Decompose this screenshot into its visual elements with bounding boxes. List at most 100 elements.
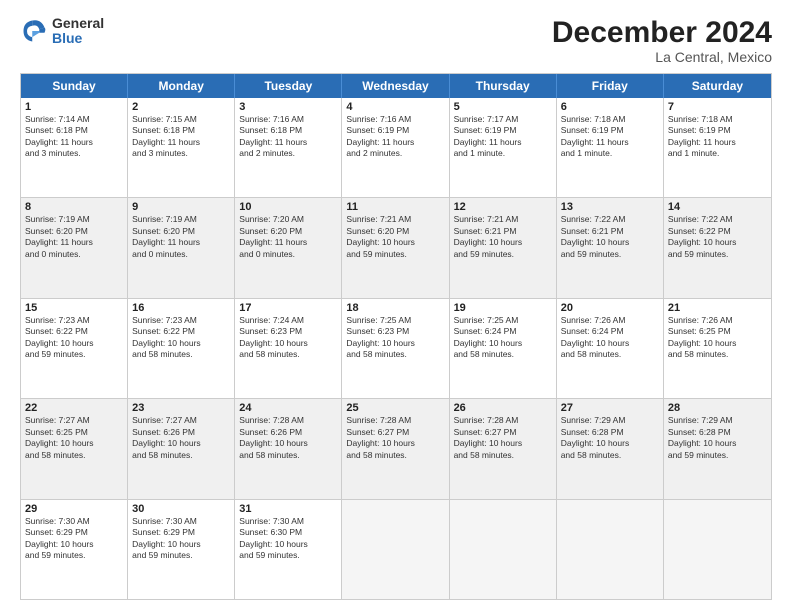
cell-details: Sunrise: 7:18 AMSunset: 6:19 PMDaylight:… [561, 114, 659, 160]
day-number: 22 [25, 402, 123, 414]
cell-details: Sunrise: 7:21 AMSunset: 6:20 PMDaylight:… [346, 214, 444, 260]
calendar-cell: 27Sunrise: 7:29 AMSunset: 6:28 PMDayligh… [557, 399, 664, 498]
day-number: 11 [346, 201, 444, 213]
cell-details: Sunrise: 7:30 AMSunset: 6:30 PMDaylight:… [239, 516, 337, 562]
calendar-header-cell: Monday [128, 74, 235, 98]
day-number: 8 [25, 201, 123, 213]
cell-details: Sunrise: 7:24 AMSunset: 6:23 PMDaylight:… [239, 315, 337, 361]
cell-details: Sunrise: 7:19 AMSunset: 6:20 PMDaylight:… [25, 214, 123, 260]
cell-details: Sunrise: 7:20 AMSunset: 6:20 PMDaylight:… [239, 214, 337, 260]
cell-details: Sunrise: 7:25 AMSunset: 6:23 PMDaylight:… [346, 315, 444, 361]
title-block: December 2024 La Central, Mexico [552, 16, 772, 65]
cell-details: Sunrise: 7:28 AMSunset: 6:26 PMDaylight:… [239, 415, 337, 461]
page: General Blue December 2024 La Central, M… [0, 0, 792, 612]
day-number: 7 [668, 101, 767, 113]
day-number: 16 [132, 302, 230, 314]
cell-details: Sunrise: 7:14 AMSunset: 6:18 PMDaylight:… [25, 114, 123, 160]
day-number: 14 [668, 201, 767, 213]
calendar-cell: 26Sunrise: 7:28 AMSunset: 6:27 PMDayligh… [450, 399, 557, 498]
calendar-cell: 9Sunrise: 7:19 AMSunset: 6:20 PMDaylight… [128, 198, 235, 297]
cell-details: Sunrise: 7:16 AMSunset: 6:18 PMDaylight:… [239, 114, 337, 160]
calendar-header-cell: Tuesday [235, 74, 342, 98]
calendar-row: 1Sunrise: 7:14 AMSunset: 6:18 PMDaylight… [21, 98, 771, 197]
calendar-cell: 21Sunrise: 7:26 AMSunset: 6:25 PMDayligh… [664, 299, 771, 398]
calendar-cell: 29Sunrise: 7:30 AMSunset: 6:29 PMDayligh… [21, 500, 128, 599]
logo: General Blue [20, 16, 104, 47]
calendar-row: 15Sunrise: 7:23 AMSunset: 6:22 PMDayligh… [21, 298, 771, 398]
calendar: SundayMondayTuesdayWednesdayThursdayFrid… [20, 73, 772, 600]
calendar-cell: 24Sunrise: 7:28 AMSunset: 6:26 PMDayligh… [235, 399, 342, 498]
calendar-cell: 3Sunrise: 7:16 AMSunset: 6:18 PMDaylight… [235, 98, 342, 197]
calendar-cell: 11Sunrise: 7:21 AMSunset: 6:20 PMDayligh… [342, 198, 449, 297]
day-number: 10 [239, 201, 337, 213]
calendar-cell: 2Sunrise: 7:15 AMSunset: 6:18 PMDaylight… [128, 98, 235, 197]
logo-text: General Blue [52, 16, 104, 47]
cell-details: Sunrise: 7:18 AMSunset: 6:19 PMDaylight:… [668, 114, 767, 160]
cell-details: Sunrise: 7:15 AMSunset: 6:18 PMDaylight:… [132, 114, 230, 160]
cell-details: Sunrise: 7:16 AMSunset: 6:19 PMDaylight:… [346, 114, 444, 160]
day-number: 26 [454, 402, 552, 414]
cell-details: Sunrise: 7:19 AMSunset: 6:20 PMDaylight:… [132, 214, 230, 260]
day-number: 12 [454, 201, 552, 213]
calendar-cell: 31Sunrise: 7:30 AMSunset: 6:30 PMDayligh… [235, 500, 342, 599]
day-number: 6 [561, 101, 659, 113]
day-number: 1 [25, 101, 123, 113]
calendar-cell: 14Sunrise: 7:22 AMSunset: 6:22 PMDayligh… [664, 198, 771, 297]
calendar-cell: 20Sunrise: 7:26 AMSunset: 6:24 PMDayligh… [557, 299, 664, 398]
calendar-cell: 10Sunrise: 7:20 AMSunset: 6:20 PMDayligh… [235, 198, 342, 297]
day-number: 24 [239, 402, 337, 414]
cell-details: Sunrise: 7:22 AMSunset: 6:21 PMDaylight:… [561, 214, 659, 260]
day-number: 2 [132, 101, 230, 113]
calendar-body: 1Sunrise: 7:14 AMSunset: 6:18 PMDaylight… [21, 98, 771, 599]
day-number: 23 [132, 402, 230, 414]
calendar-cell: 28Sunrise: 7:29 AMSunset: 6:28 PMDayligh… [664, 399, 771, 498]
logo-icon [20, 17, 48, 45]
calendar-cell [342, 500, 449, 599]
day-number: 13 [561, 201, 659, 213]
calendar-cell [450, 500, 557, 599]
cell-details: Sunrise: 7:30 AMSunset: 6:29 PMDaylight:… [25, 516, 123, 562]
cell-details: Sunrise: 7:25 AMSunset: 6:24 PMDaylight:… [454, 315, 552, 361]
cell-details: Sunrise: 7:26 AMSunset: 6:25 PMDaylight:… [668, 315, 767, 361]
calendar-row: 8Sunrise: 7:19 AMSunset: 6:20 PMDaylight… [21, 197, 771, 297]
cell-details: Sunrise: 7:22 AMSunset: 6:22 PMDaylight:… [668, 214, 767, 260]
calendar-cell: 8Sunrise: 7:19 AMSunset: 6:20 PMDaylight… [21, 198, 128, 297]
cell-details: Sunrise: 7:21 AMSunset: 6:21 PMDaylight:… [454, 214, 552, 260]
cell-details: Sunrise: 7:29 AMSunset: 6:28 PMDaylight:… [668, 415, 767, 461]
day-number: 30 [132, 503, 230, 515]
calendar-cell: 6Sunrise: 7:18 AMSunset: 6:19 PMDaylight… [557, 98, 664, 197]
cell-details: Sunrise: 7:30 AMSunset: 6:29 PMDaylight:… [132, 516, 230, 562]
calendar-cell: 7Sunrise: 7:18 AMSunset: 6:19 PMDaylight… [664, 98, 771, 197]
calendar-cell: 23Sunrise: 7:27 AMSunset: 6:26 PMDayligh… [128, 399, 235, 498]
cell-details: Sunrise: 7:23 AMSunset: 6:22 PMDaylight:… [25, 315, 123, 361]
calendar-cell: 19Sunrise: 7:25 AMSunset: 6:24 PMDayligh… [450, 299, 557, 398]
cell-details: Sunrise: 7:17 AMSunset: 6:19 PMDaylight:… [454, 114, 552, 160]
calendar-cell: 15Sunrise: 7:23 AMSunset: 6:22 PMDayligh… [21, 299, 128, 398]
calendar-cell [664, 500, 771, 599]
cell-details: Sunrise: 7:27 AMSunset: 6:26 PMDaylight:… [132, 415, 230, 461]
logo-blue-text: Blue [52, 31, 104, 46]
day-number: 29 [25, 503, 123, 515]
day-number: 3 [239, 101, 337, 113]
calendar-cell: 22Sunrise: 7:27 AMSunset: 6:25 PMDayligh… [21, 399, 128, 498]
calendar-cell: 18Sunrise: 7:25 AMSunset: 6:23 PMDayligh… [342, 299, 449, 398]
calendar-header-cell: Wednesday [342, 74, 449, 98]
calendar-cell: 25Sunrise: 7:28 AMSunset: 6:27 PMDayligh… [342, 399, 449, 498]
calendar-cell: 12Sunrise: 7:21 AMSunset: 6:21 PMDayligh… [450, 198, 557, 297]
calendar-header-cell: Friday [557, 74, 664, 98]
day-number: 25 [346, 402, 444, 414]
day-number: 19 [454, 302, 552, 314]
calendar-cell [557, 500, 664, 599]
calendar-header: SundayMondayTuesdayWednesdayThursdayFrid… [21, 74, 771, 98]
day-number: 18 [346, 302, 444, 314]
calendar-cell: 1Sunrise: 7:14 AMSunset: 6:18 PMDaylight… [21, 98, 128, 197]
day-number: 4 [346, 101, 444, 113]
day-number: 31 [239, 503, 337, 515]
day-number: 28 [668, 402, 767, 414]
calendar-row: 29Sunrise: 7:30 AMSunset: 6:29 PMDayligh… [21, 499, 771, 599]
calendar-row: 22Sunrise: 7:27 AMSunset: 6:25 PMDayligh… [21, 398, 771, 498]
header: General Blue December 2024 La Central, M… [20, 16, 772, 65]
cell-details: Sunrise: 7:27 AMSunset: 6:25 PMDaylight:… [25, 415, 123, 461]
calendar-cell: 30Sunrise: 7:30 AMSunset: 6:29 PMDayligh… [128, 500, 235, 599]
day-number: 27 [561, 402, 659, 414]
